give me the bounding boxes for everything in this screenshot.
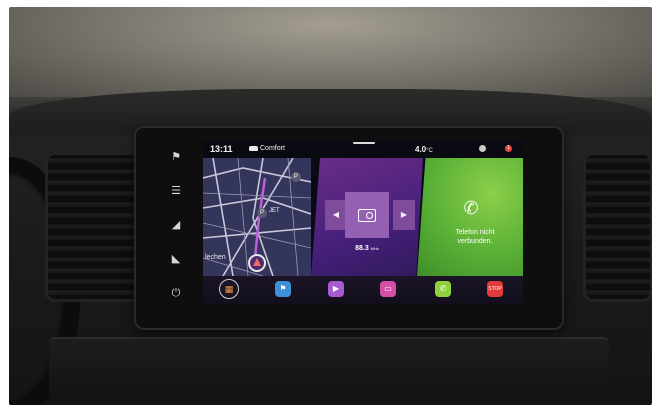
drive-profile-label: Comfort	[260, 145, 285, 152]
home-menu-button[interactable]: ▦	[219, 279, 239, 299]
map-city-label: lechen	[205, 254, 226, 261]
phone-status-line2: verbunden.	[457, 238, 493, 245]
radio-app-button[interactable]: ▭	[380, 281, 396, 297]
status-bar: 13:11 Comfort 4.0°C 1	[203, 140, 523, 158]
temperature-value: 4.0	[415, 145, 427, 154]
next-station-button[interactable]: ▶	[393, 200, 415, 230]
poi-label: JET	[269, 208, 280, 214]
car-app-button[interactable]: STOP	[487, 281, 503, 297]
clock: 13:11	[210, 144, 233, 154]
frequency-unit: MHz	[370, 246, 379, 251]
app-dock: ▦ ⚑ ▶ ▭ ✆ STOP	[203, 276, 523, 305]
current-position-icon	[248, 254, 266, 272]
phone-tile[interactable]: ✆ Telefon nicht verbunden.	[417, 158, 523, 276]
outside-temperature: 4.0°C	[415, 145, 433, 154]
drive-profile[interactable]: Comfort	[249, 145, 285, 152]
volume-down-icon[interactable]: ◣	[166, 252, 186, 266]
alert-icon[interactable]: 1	[505, 145, 512, 152]
navigation-app-button[interactable]: ⚑	[275, 281, 291, 297]
media-app-button[interactable]: ▶	[328, 281, 344, 297]
phone-icon: ✆	[463, 198, 479, 218]
pull-down-handle[interactable]	[353, 142, 375, 144]
radio-source-button[interactable]	[345, 192, 389, 238]
hardware-buttons: ⚑ ☰ ◢ ◣ ⏻	[164, 150, 188, 300]
flag-icon[interactable]: ⚑	[166, 150, 186, 164]
radio-frequency: 88.3 MHz	[311, 245, 423, 252]
phone-status-line1: Telefon nicht	[455, 229, 495, 236]
temperature-unit: °C	[426, 148, 433, 154]
radio-media-tile[interactable]: ◀ ▶ 88.3 MHz	[311, 158, 423, 276]
poi-marker[interactable]: P	[257, 208, 267, 218]
air-vent-left	[45, 152, 149, 302]
frequency-value: 88.3	[355, 245, 369, 252]
car-icon	[249, 146, 258, 151]
phone-app-button[interactable]: ✆	[435, 281, 451, 297]
previous-station-button[interactable]: ◀	[325, 200, 347, 230]
power-icon[interactable]: ⏻	[166, 286, 186, 300]
radio-icon	[358, 208, 376, 222]
air-vent-right	[583, 152, 652, 302]
windshield	[9, 7, 652, 97]
poi-marker[interactable]: P	[291, 172, 301, 182]
phone-status: Telefon nicht verbunden.	[435, 228, 515, 246]
navigation-map-tile[interactable]: P P JET lechen	[203, 158, 311, 276]
lower-dashboard	[49, 337, 609, 405]
infotainment-screen: 13:11 Comfort 4.0°C 1 P P JET lechen ◀ ▶…	[203, 140, 523, 305]
volume-up-icon[interactable]: ◢	[166, 218, 186, 232]
globe-icon[interactable]	[479, 145, 486, 152]
menu-icon[interactable]: ☰	[166, 184, 186, 198]
